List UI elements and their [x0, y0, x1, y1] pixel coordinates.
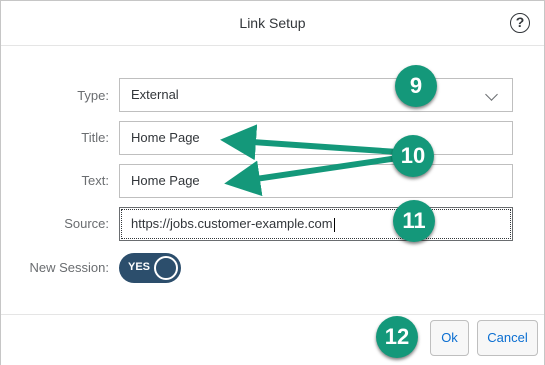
- arrow-to-title: [220, 124, 399, 161]
- annotation-marker-9: 9: [395, 65, 437, 107]
- annotation-marker-10: 10: [392, 135, 434, 177]
- annotation-arrows: [220, 124, 399, 197]
- annotation-marker-12: 12: [376, 316, 418, 358]
- annotation-marker-11: 11: [393, 200, 435, 242]
- arrow-to-text: [224, 155, 399, 197]
